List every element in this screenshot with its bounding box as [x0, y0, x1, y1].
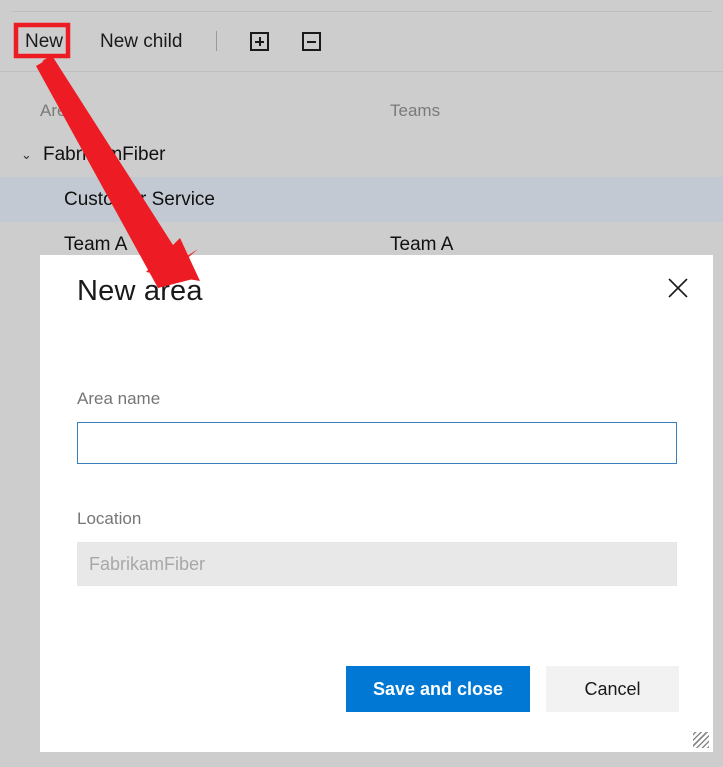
row-area-cell: Customer Service: [0, 189, 390, 211]
row-teams-cell: Team A: [390, 233, 454, 255]
new-child-area-button[interactable]: New child: [100, 32, 182, 51]
location-input: [77, 542, 677, 586]
minus-square-icon[interactable]: [302, 31, 322, 51]
dialog-action-bar: Save and close Cancel: [40, 666, 713, 712]
toolbar-bottom-divider: [0, 71, 723, 72]
areas-toolbar: New New child: [0, 12, 723, 70]
area-name-label: Area name: [77, 389, 161, 408]
dialog-title: New area: [77, 275, 203, 307]
toolbar-separator: [216, 31, 218, 51]
new-area-dialog: New area Area name Location Save and clo…: [40, 255, 713, 752]
save-and-close-button[interactable]: Save and close: [346, 666, 530, 712]
column-header-teams[interactable]: Teams: [390, 101, 720, 121]
table-row[interactable]: ⌄ FabrikamFiber: [0, 132, 723, 177]
resize-grip-icon[interactable]: [693, 732, 709, 748]
row-area-label: FabrikamFiber: [43, 143, 166, 165]
areas-tree-grid: Areas Teams ⌄ FabrikamFiber Customer Ser…: [0, 90, 723, 267]
row-area-label: Customer Service: [64, 188, 215, 210]
grid-header-row: Areas Teams: [0, 90, 723, 132]
row-area-label: Team A: [64, 233, 128, 255]
close-icon[interactable]: [659, 269, 697, 307]
cancel-button[interactable]: Cancel: [546, 666, 679, 712]
new-area-button[interactable]: New: [25, 32, 63, 51]
row-area-cell: Team A: [0, 234, 390, 256]
area-name-input[interactable]: [77, 422, 677, 464]
plus-square-icon[interactable]: [250, 31, 270, 51]
column-header-areas[interactable]: Areas: [0, 101, 390, 121]
location-label: Location: [77, 509, 142, 528]
chevron-down-icon[interactable]: ⌄: [21, 148, 35, 161]
row-area-cell: ⌄ FabrikamFiber: [0, 144, 390, 166]
table-row[interactable]: Customer Service: [0, 177, 723, 222]
